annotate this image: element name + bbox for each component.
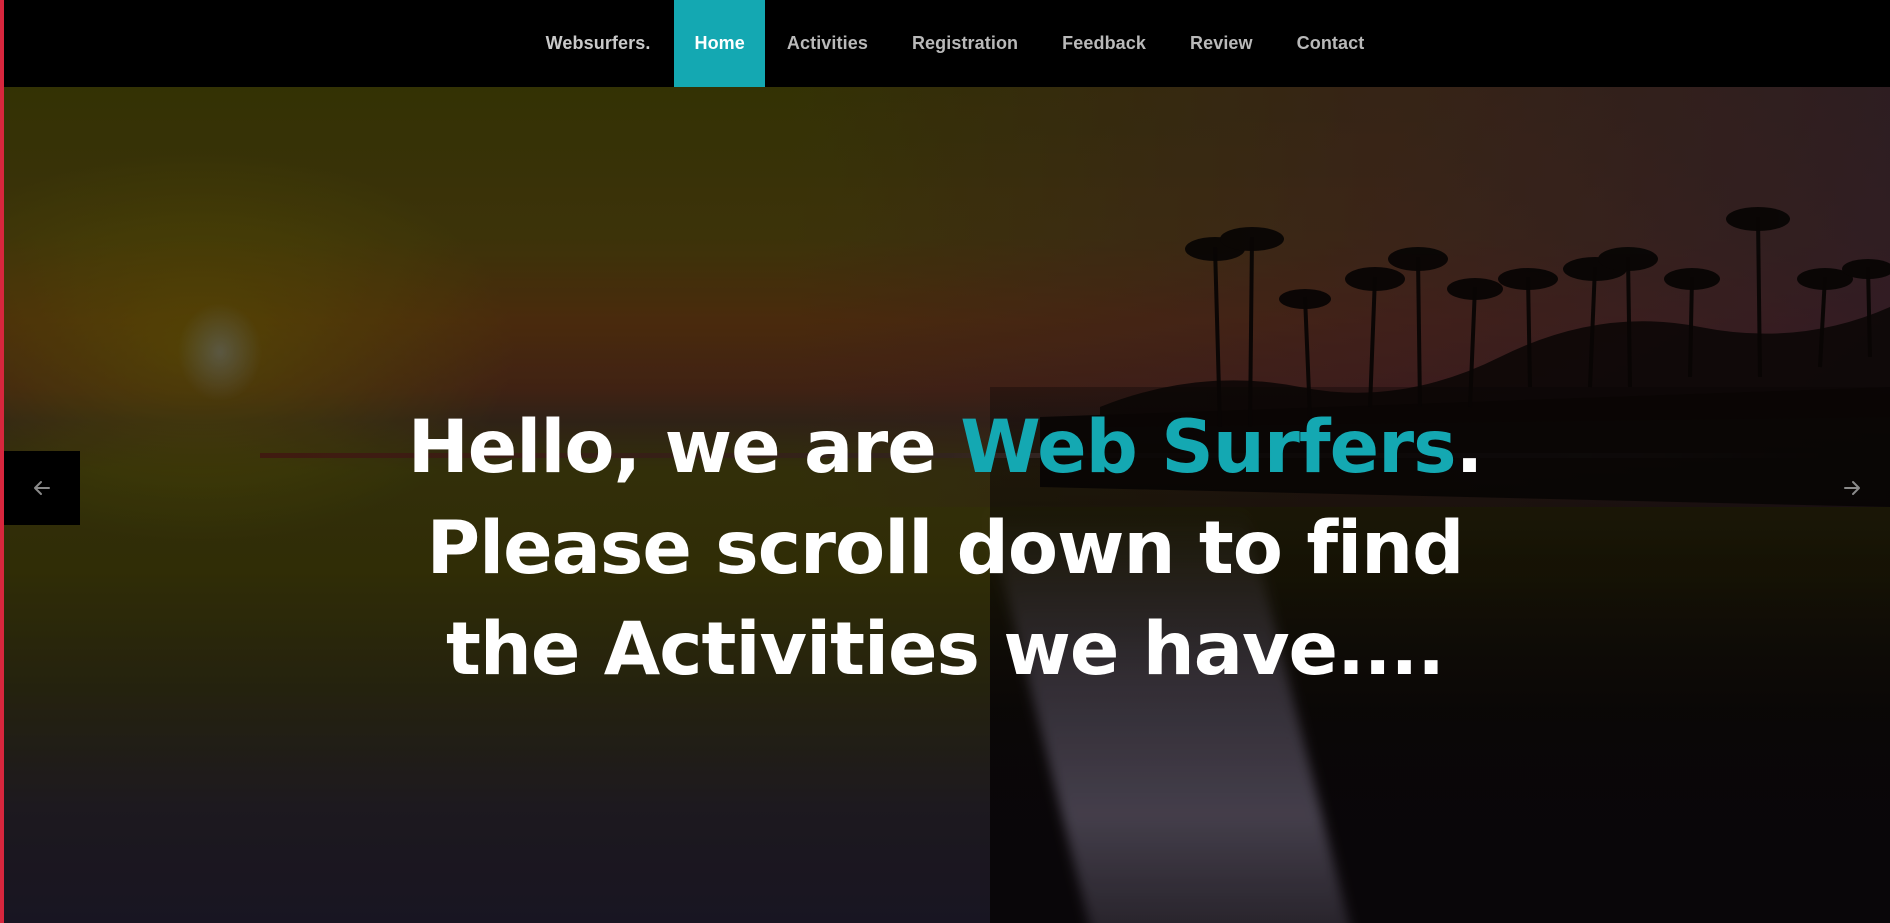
headline-line-1: Hello, we are Web Surfers. bbox=[407, 405, 1484, 490]
top-navbar: Websurfers. Home Activities Registration… bbox=[0, 0, 1890, 87]
page: Websurfers. Home Activities Registration… bbox=[0, 0, 1890, 923]
headline-prefix: Hello, we are bbox=[407, 405, 961, 490]
headline-line-2: Please scroll down to find bbox=[426, 506, 1465, 591]
nav-brand[interactable]: Websurfers. bbox=[524, 0, 675, 87]
carousel-next-button[interactable] bbox=[1814, 451, 1890, 525]
headline-suffix: . bbox=[1455, 405, 1484, 490]
headline-line-3: the Activities we have.... bbox=[446, 607, 1445, 692]
nav-item-home[interactable]: Home bbox=[674, 0, 765, 87]
nav-item-feedback[interactable]: Feedback bbox=[1040, 0, 1168, 87]
carousel-prev-button[interactable] bbox=[4, 451, 80, 525]
nav-item-activities[interactable]: Activities bbox=[765, 0, 890, 87]
nav-item-review[interactable]: Review bbox=[1168, 0, 1275, 87]
left-edge-bar bbox=[0, 0, 4, 923]
headline-accent-brand: Web Surfers bbox=[960, 405, 1456, 490]
nav-item-registration[interactable]: Registration bbox=[890, 0, 1040, 87]
arrow-right-icon bbox=[1844, 481, 1860, 495]
hero-carousel: Hello, we are Web Surfers. Please scroll… bbox=[0, 87, 1890, 923]
arrow-left-icon bbox=[34, 481, 50, 495]
nav-item-contact[interactable]: Contact bbox=[1275, 0, 1387, 87]
nav-menu: Websurfers. Home Activities Registration… bbox=[504, 0, 1387, 87]
hero-headline: Hello, we are Web Surfers. Please scroll… bbox=[0, 397, 1890, 700]
